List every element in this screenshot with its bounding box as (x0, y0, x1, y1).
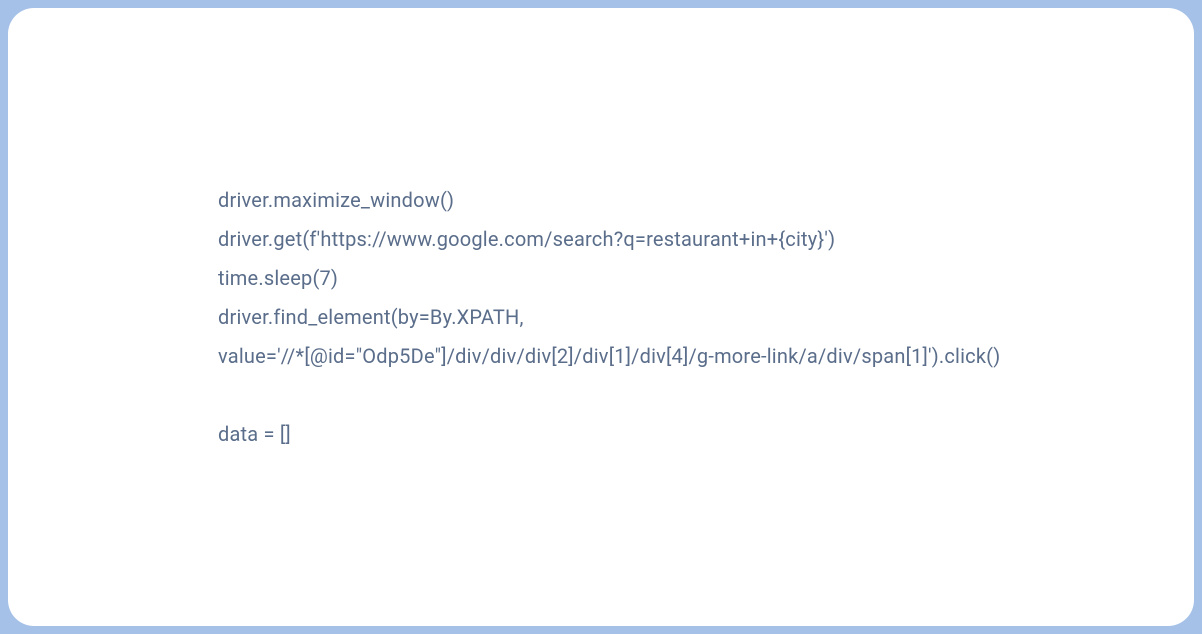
code-line-5: value='//*[@id="Odp5De"]/div/div/div[2]/… (218, 337, 984, 376)
code-line-6: data = [] (218, 415, 984, 454)
code-block: driver.maximize_window() driver.get(f'ht… (218, 181, 984, 454)
code-line-3: time.sleep(7) (218, 259, 984, 298)
code-line-1: driver.maximize_window() (218, 181, 984, 220)
code-line-2: driver.get(f'https://www.google.com/sear… (218, 220, 984, 259)
code-card: driver.maximize_window() driver.get(f'ht… (8, 8, 1194, 626)
blank-line (218, 376, 984, 415)
code-line-4: driver.find_element(by=By.XPATH, (218, 298, 984, 337)
